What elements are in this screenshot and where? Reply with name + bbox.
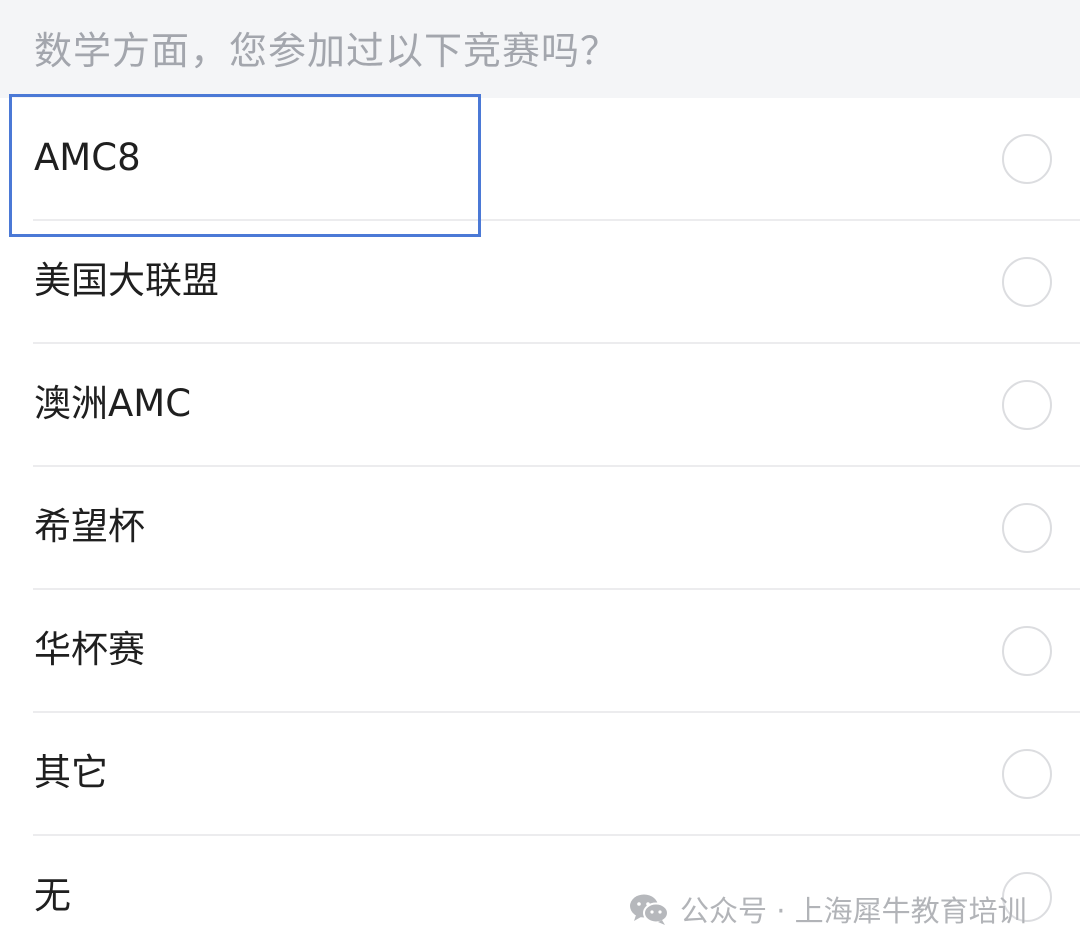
option-label: AMC8 (34, 136, 141, 179)
option-label: 美国大联盟 (34, 259, 219, 302)
question-title: 数学方面，您参加过以下竞赛吗？ (34, 29, 620, 73)
radio-button[interactable] (1002, 257, 1052, 307)
survey-page: 数学方面，您参加过以下竞赛吗？ AMC8 美国大联盟 澳洲AMC 希望杯 华杯赛 (0, 0, 1080, 952)
watermark: 公众号 · 上海犀牛教育培训 (628, 886, 1027, 932)
option-label: 澳洲AMC (34, 382, 192, 425)
radio-button[interactable] (1002, 134, 1052, 184)
option-label: 希望杯 (34, 505, 145, 548)
question-header: 数学方面，您参加过以下竞赛吗？ (0, 0, 1080, 98)
option-label: 无 (34, 874, 71, 917)
option-label: 华杯赛 (34, 628, 145, 671)
option-mathleague[interactable]: 美国大联盟 (0, 221, 1080, 344)
option-australian-amc[interactable]: 澳洲AMC (0, 344, 1080, 467)
radio-button[interactable] (1002, 503, 1052, 553)
option-list: AMC8 美国大联盟 澳洲AMC 希望杯 华杯赛 其它 无 (0, 98, 1080, 952)
radio-button[interactable] (1002, 749, 1052, 799)
watermark-text: 公众号 · 上海犀牛教育培训 (680, 894, 1027, 928)
radio-button[interactable] (1002, 380, 1052, 430)
option-other[interactable]: 其它 (0, 713, 1080, 836)
wechat-icon (630, 894, 669, 925)
option-hope-cup[interactable]: 希望杯 (0, 467, 1080, 590)
option-amc8[interactable]: AMC8 (0, 98, 1080, 221)
radio-button[interactable] (1002, 626, 1052, 676)
option-huabei-cup[interactable]: 华杯赛 (0, 590, 1080, 713)
option-label: 其它 (34, 751, 108, 794)
